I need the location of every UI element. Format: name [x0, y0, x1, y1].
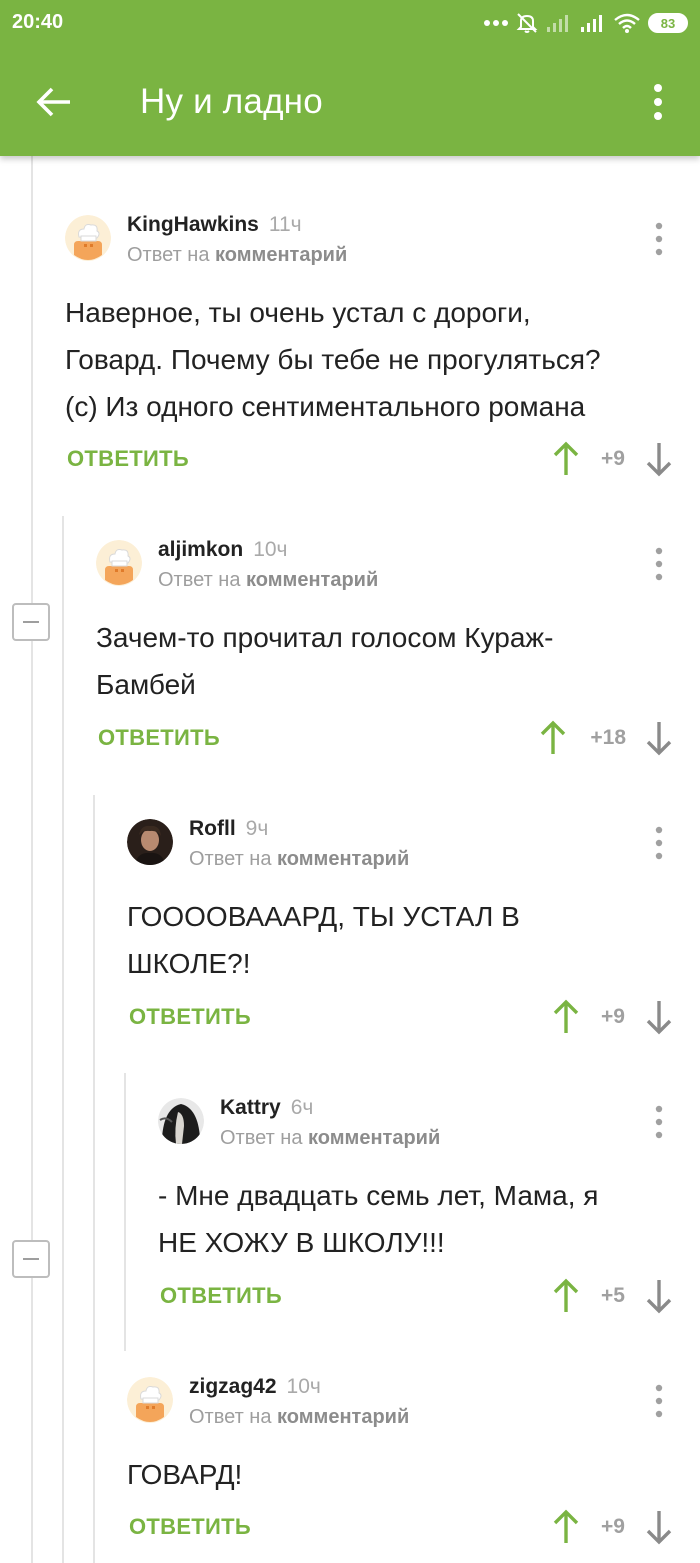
reply-to: Ответ на комментарий — [158, 569, 378, 592]
reply-button[interactable]: ОТВЕТИТЬ — [129, 1514, 251, 1540]
comment-line: Говард. Почему бы тебе не прогуляться? — [65, 344, 601, 375]
comment-text: Наверное, ты очень устал с дороги, Говар… — [65, 289, 601, 430]
comment: aljimkon 10ч Ответ на комментарий Зачем-т… — [96, 538, 685, 770]
thread-line — [31, 156, 33, 1563]
arrow-down-icon[interactable] — [644, 1278, 674, 1314]
score: +9 — [601, 1005, 625, 1028]
reply-prefix: Ответ на — [189, 1406, 272, 1428]
comment: Kattry 6ч Ответ на комментарий - Мне двад… — [158, 1096, 685, 1328]
reply-to: Ответ на комментарий — [189, 1406, 409, 1429]
avatar[interactable] — [158, 1098, 204, 1144]
signal-icon — [547, 15, 568, 32]
wifi-icon — [614, 13, 640, 33]
comment-line: Бамбей — [96, 669, 196, 700]
comment-text: Зачем-то прочитал голосом Кураж- Бамбей — [96, 614, 553, 708]
username[interactable]: Rofll — [189, 817, 236, 840]
avatar[interactable] — [127, 819, 173, 865]
comment-text: - Мне двадцать семь лет, Мама, я НЕ ХОЖУ… — [158, 1172, 598, 1266]
reply-prefix: Ответ на — [158, 569, 241, 591]
username[interactable]: zigzag42 — [189, 1375, 277, 1398]
reply-to: Ответ на комментарий — [189, 848, 409, 871]
comment-line: (с) Из одного сентиментального романа — [65, 391, 586, 422]
reply-target-link[interactable]: комментарий — [277, 848, 409, 870]
signal-icon — [581, 15, 602, 32]
score: +9 — [601, 447, 625, 470]
collapse-thread-button[interactable] — [12, 603, 50, 641]
comment-line: ГОВАРД! — [127, 1459, 243, 1490]
username[interactable]: KingHawkins — [127, 213, 259, 236]
reply-target-link[interactable]: комментарий — [308, 1127, 440, 1149]
comment-header: Rofll 9ч — [189, 817, 268, 841]
battery-icon: 83 — [648, 13, 688, 33]
reply-button[interactable]: ОТВЕТИТЬ — [129, 1004, 251, 1030]
comment-text: ГОВАРД! — [127, 1451, 242, 1498]
more-vertical-icon[interactable] — [649, 1104, 669, 1140]
arrow-down-icon[interactable] — [644, 720, 674, 756]
username[interactable]: Kattry — [220, 1096, 281, 1119]
more-vertical-icon[interactable] — [649, 221, 669, 257]
timestamp: 6ч — [290, 1096, 314, 1119]
timestamp: 11ч — [268, 213, 302, 236]
mute-icon — [516, 13, 538, 33]
battery-level: 83 — [660, 15, 676, 31]
reply-to: Ответ на комментарий — [220, 1127, 440, 1150]
comment-header: zigzag42 10ч — [189, 1375, 321, 1399]
status-icons: 83 — [484, 10, 688, 36]
status-bar: 20:40 83 — [0, 0, 700, 46]
reply-button[interactable]: ОТВЕТИТЬ — [98, 725, 220, 751]
app-header: 20:40 83 Ну и ладно — [0, 0, 700, 156]
reply-prefix: Ответ на — [127, 244, 210, 266]
collapse-thread-button[interactable] — [12, 1240, 50, 1278]
comment-header: aljimkon 10ч — [158, 538, 288, 562]
timestamp: 9ч — [245, 817, 269, 840]
comment: Rofll 9ч Ответ на комментарий ГООООВАААРД… — [127, 817, 685, 1049]
toolbar: Ну и ладно — [0, 46, 700, 156]
arrow-left-icon[interactable] — [32, 80, 76, 124]
score: +18 — [590, 726, 626, 749]
avatar[interactable] — [96, 540, 142, 586]
reply-button[interactable]: ОТВЕТИТЬ — [160, 1283, 282, 1309]
comment-line: - Мне двадцать семь лет, Мама, я — [158, 1180, 599, 1211]
reply-target-link[interactable]: комментарий — [277, 1406, 409, 1428]
arrow-up-icon[interactable] — [538, 720, 568, 756]
comment-text: ГООООВАААРД, ТЫ УСТАЛ В ШКОЛЕ?! — [127, 893, 520, 987]
comment-line: ШКОЛЕ?! — [127, 948, 251, 979]
comment-line: ГООООВАААРД, ТЫ УСТАЛ В — [127, 901, 520, 932]
avatar[interactable] — [127, 1377, 173, 1423]
comment-header: Kattry 6ч — [220, 1096, 313, 1120]
more-vertical-icon[interactable] — [649, 546, 669, 582]
arrow-down-icon[interactable] — [644, 1509, 674, 1545]
comment-line: НЕ ХОЖУ В ШКОЛУ!!! — [158, 1227, 445, 1258]
comment: KingHawkins 11ч Ответ на комментарий Наве… — [65, 213, 685, 485]
comment-line: Наверное, ты очень устал с дороги, — [65, 297, 531, 328]
timestamp: 10ч — [253, 538, 288, 561]
thread-line — [124, 1073, 126, 1351]
more-vertical-icon[interactable] — [644, 82, 672, 122]
dots-icon — [484, 20, 508, 26]
comment: zigzag42 10ч Ответ на комментарий ГОВАРД!… — [127, 1375, 685, 1563]
thread-line — [93, 795, 95, 1563]
reply-prefix: Ответ на — [189, 848, 272, 870]
page-title: Ну и ладно — [140, 82, 323, 121]
more-vertical-icon[interactable] — [649, 825, 669, 861]
username[interactable]: aljimkon — [158, 538, 243, 561]
avatar[interactable] — [65, 215, 111, 261]
reply-target-link[interactable]: комментарий — [246, 569, 378, 591]
arrow-down-icon[interactable] — [644, 999, 674, 1035]
score: +5 — [601, 1284, 625, 1307]
status-time: 20:40 — [12, 11, 64, 33]
score: +9 — [601, 1515, 625, 1538]
more-vertical-icon[interactable] — [649, 1383, 669, 1419]
reply-to: Ответ на комментарий — [127, 244, 347, 267]
comment-line: Зачем-то прочитал голосом Кураж- — [96, 622, 554, 653]
comment-header: KingHawkins 11ч — [127, 213, 302, 237]
reply-target-link[interactable]: комментарий — [215, 244, 347, 266]
timestamp: 10ч — [286, 1375, 321, 1398]
reply-prefix: Ответ на — [220, 1127, 303, 1149]
arrow-down-icon[interactable] — [644, 441, 674, 477]
reply-button[interactable]: ОТВЕТИТЬ — [67, 446, 189, 472]
thread-line — [62, 516, 64, 1563]
